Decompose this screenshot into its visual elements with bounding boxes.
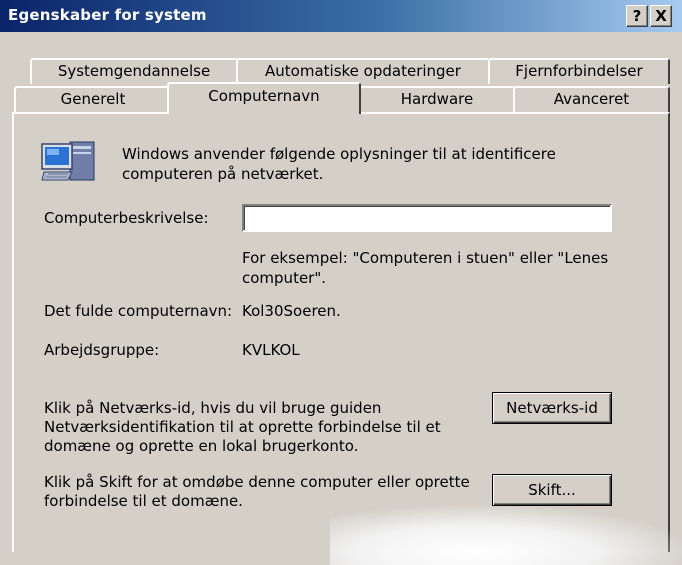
- description-label: Computerbeskrivelse:: [44, 209, 209, 227]
- window-title: Egenskaber for system: [8, 6, 207, 24]
- intro-text-line-2: computeren på netværket.: [122, 165, 324, 183]
- network-id-text-line-2: Netværksidentifikation til at oprette fo…: [44, 418, 441, 436]
- title-bar[interactable]: Egenskaber for system ? X: [0, 0, 682, 32]
- full-name-label: Det fulde computernavn:: [44, 302, 233, 320]
- intro-text-line-1: Windows anvender følgende oplysninger ti…: [122, 145, 556, 163]
- tab-automatiske-opdateringer[interactable]: Automatiske opdateringer: [236, 58, 490, 84]
- change-button[interactable]: Skift...: [492, 474, 612, 506]
- change-text-line-2: forbindelse til et domæne.: [44, 492, 243, 510]
- help-icon[interactable]: ?: [626, 5, 648, 27]
- network-id-text-line-1: Klik på Netværks-id, hvis du vil bruge g…: [44, 399, 382, 417]
- tab-avanceret[interactable]: Avanceret: [513, 86, 670, 112]
- change-text-line-1: Klik på Skift for at omdøbe denne comput…: [44, 473, 470, 491]
- tab-fjernforbindelser[interactable]: Fjernforbindelser: [488, 58, 670, 84]
- tab-generelt[interactable]: Generelt: [14, 86, 172, 112]
- full-name-value: Kol30Soeren.: [242, 302, 341, 320]
- workgroup-value: KVLKOL: [242, 341, 300, 359]
- computer-icon: [40, 136, 100, 186]
- tab-hardware[interactable]: Hardware: [359, 86, 515, 112]
- description-example-line-1: For eksempel: "Computeren i stuen" eller…: [242, 249, 609, 267]
- workgroup-label: Arbejdsgruppe:: [44, 341, 160, 359]
- network-id-text-line-3: domæne og oprette en lokal brugerkonto.: [44, 437, 359, 455]
- description-input[interactable]: [242, 204, 612, 232]
- close-icon[interactable]: X: [650, 5, 672, 27]
- tab-systemgendannelse[interactable]: Systemgendannelse: [30, 58, 238, 84]
- network-id-button[interactable]: Netværks-id: [492, 392, 612, 424]
- description-example-line-2: computer".: [242, 269, 327, 287]
